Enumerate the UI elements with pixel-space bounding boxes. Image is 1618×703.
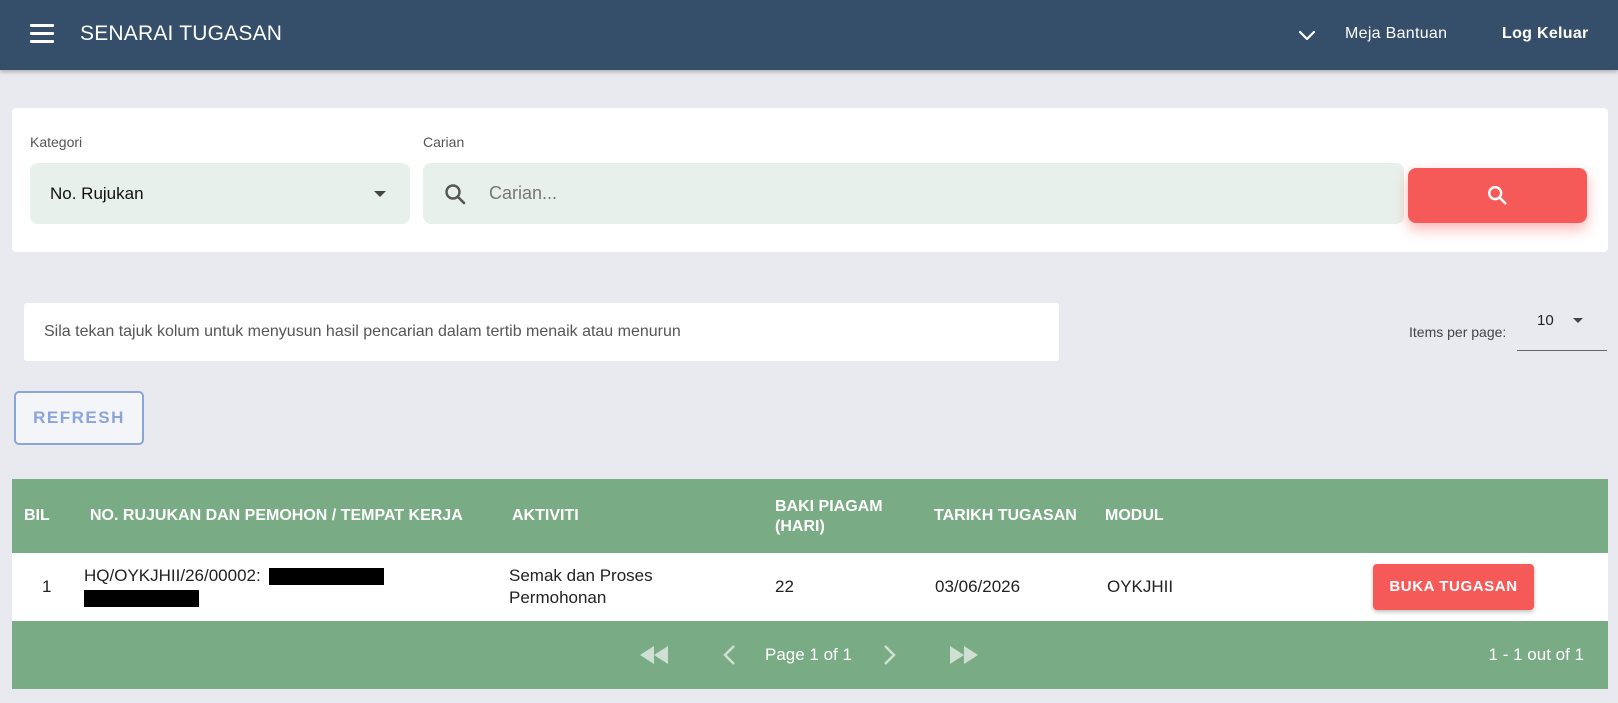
page-info: Page 1 of 1: [765, 645, 852, 664]
redacted-applicant-name: [269, 568, 385, 586]
category-select[interactable]: No. Rujukan: [30, 163, 410, 224]
sort-hint-text: Sila tekan tajuk kolum untuk menyusun ha…: [44, 323, 681, 340]
cell-reference: HQ/OYKJHII/26/00002:: [84, 565, 424, 609]
page-title: SENARAI TUGASAN: [80, 22, 283, 45]
column-header-module[interactable]: MODUL: [1105, 506, 1164, 526]
column-header-activity[interactable]: AKTIVITI: [512, 506, 579, 526]
previous-page-icon[interactable]: [721, 644, 739, 666]
help-desk-link[interactable]: Meja Bantuan: [1345, 25, 1447, 43]
dropdown-arrow-icon: [374, 191, 386, 197]
search-card: Kategori Carian No. Rujukan: [12, 108, 1608, 252]
search-label: Carian: [423, 134, 465, 150]
column-header-reference[interactable]: NO. RUJUKAN DAN PEMOHON / TEMPAT KERJA: [90, 506, 463, 526]
cell-bil: 1: [42, 577, 52, 596]
column-header-task-date[interactable]: TARIKH TUGASAN: [934, 506, 1077, 526]
sort-hint-box: Sila tekan tajuk kolum untuk menyusun ha…: [24, 303, 1059, 361]
cell-activity: Semak dan Proses Permohonan: [509, 566, 653, 607]
menu-icon[interactable]: [30, 24, 54, 44]
top-app-bar: SENARAI TUGASAN Meja Bantuan Log Keluar: [0, 0, 1618, 70]
column-header-charter-line1: BAKI PIAGAM: [775, 498, 883, 515]
table-header: BIL NO. RUJUKAN DAN PEMOHON / TEMPAT KER…: [12, 479, 1608, 553]
open-task-button[interactable]: BUKA TUGASAN: [1373, 564, 1534, 610]
search-field: [423, 163, 1404, 224]
category-label: Kategori: [30, 134, 83, 150]
items-per-page-label: Items per page:: [1409, 324, 1507, 340]
search-icon: [1488, 186, 1507, 205]
refresh-button[interactable]: REFRESH: [14, 391, 144, 445]
last-page-icon[interactable]: [948, 644, 980, 666]
cell-task-date: 03/06/2026: [935, 577, 1021, 596]
table-row: 1 HQ/OYKJHII/26/00002: Semak dan Proses …: [12, 553, 1608, 621]
column-header-charter-balance[interactable]: BAKI PIAGAM (HARI): [775, 497, 883, 537]
search-button[interactable]: [1408, 168, 1587, 223]
search-icon: [445, 184, 466, 205]
redacted-workplace: [84, 590, 199, 608]
task-table: BIL NO. RUJUKAN DAN PEMOHON / TEMPAT KER…: [12, 479, 1608, 689]
items-per-page-value: 10: [1537, 312, 1554, 329]
reference-number: HQ/OYKJHII/26/00002:: [84, 566, 261, 585]
category-select-value: No. Rujukan: [50, 184, 144, 203]
search-input[interactable]: [489, 171, 1379, 216]
items-per-page-select[interactable]: 10: [1517, 305, 1607, 351]
column-header-charter-line2: (HARI): [775, 518, 825, 535]
column-header-bil[interactable]: BIL: [24, 506, 50, 526]
cell-module: OYKJHII: [1107, 577, 1174, 596]
logout-link[interactable]: Log Keluar: [1502, 25, 1589, 43]
first-page-icon[interactable]: [638, 644, 670, 666]
chevron-down-icon[interactable]: [1296, 24, 1318, 46]
pagination-bar: Page 1 of 1 1 - 1 out of 1: [12, 621, 1608, 689]
next-page-icon[interactable]: [880, 644, 898, 666]
dropdown-arrow-icon: [1573, 318, 1583, 323]
cell-charter-days: 22: [775, 577, 794, 596]
result-range: 1 - 1 out of 1: [1488, 645, 1584, 664]
